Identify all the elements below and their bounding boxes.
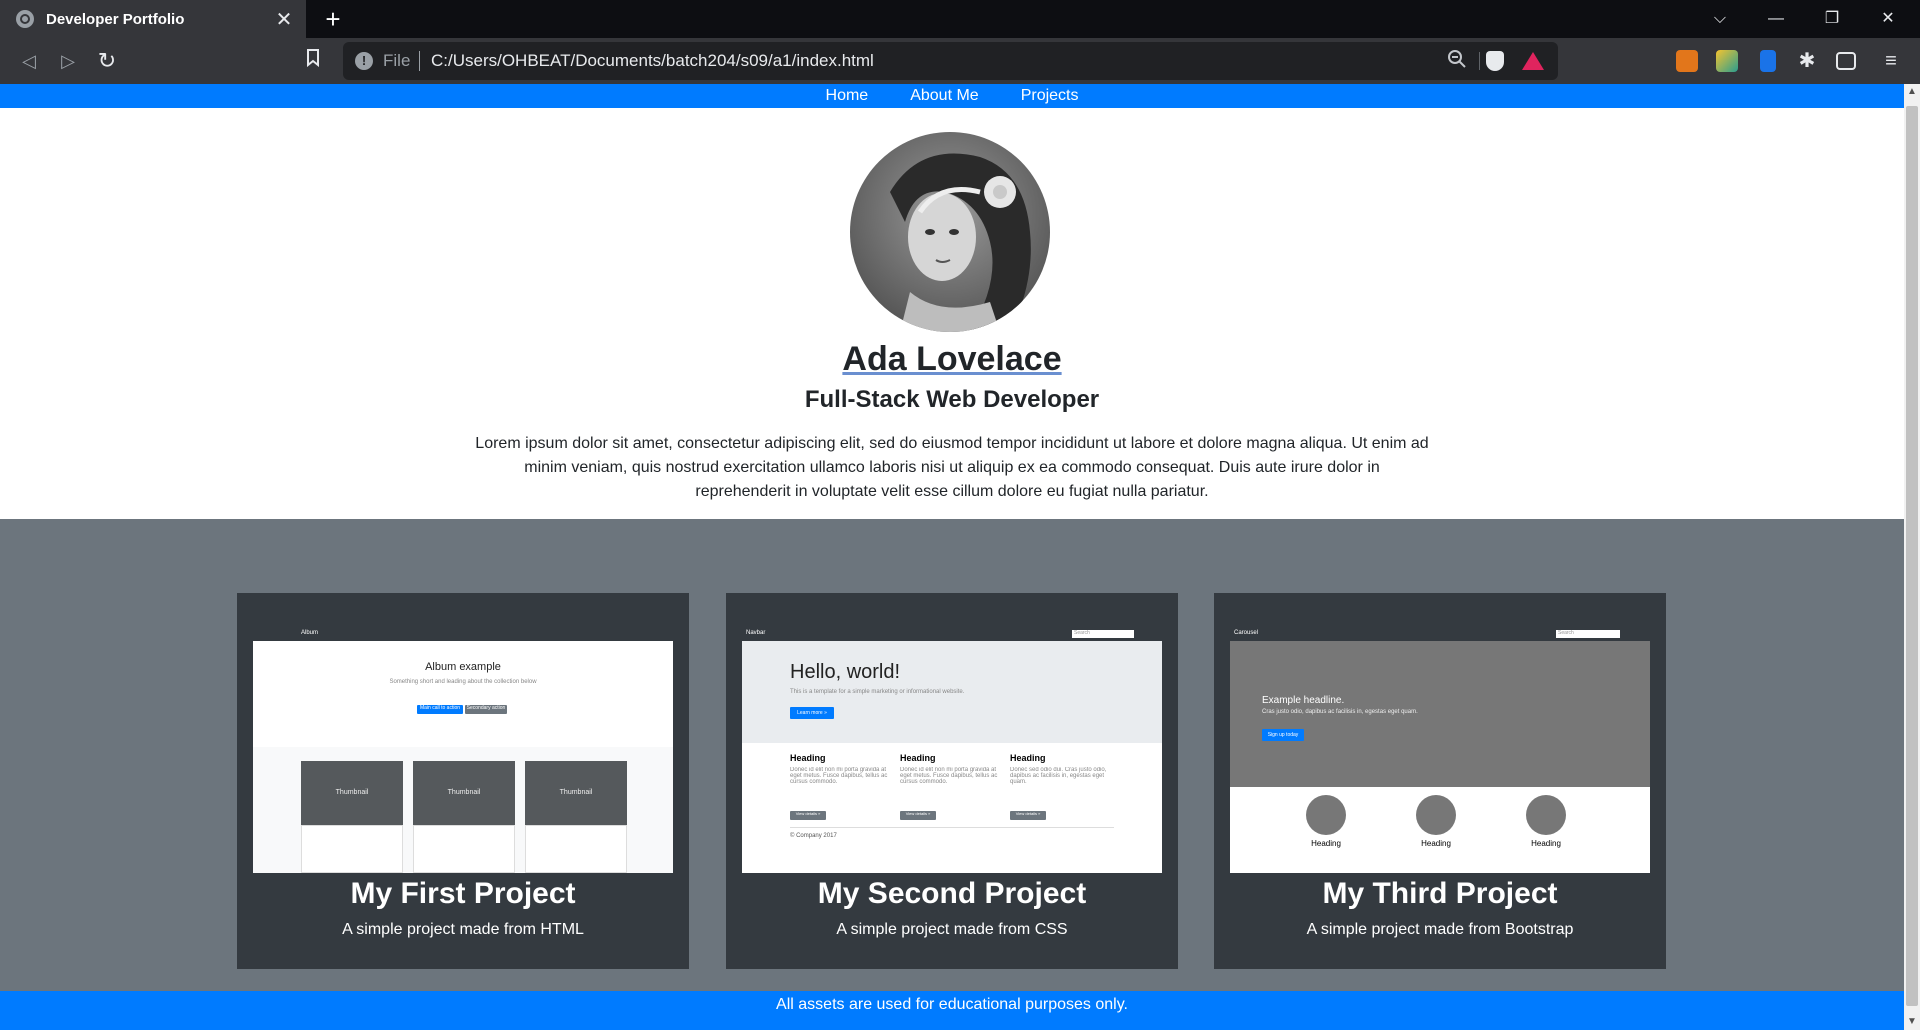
preview-thumbnail: Thumbnail: [525, 761, 627, 825]
info-icon[interactable]: !: [355, 52, 373, 70]
metamask-icon[interactable]: [1676, 50, 1698, 72]
preview-column-heading: Heading: [900, 753, 936, 763]
name-text: Ada Lovelace: [842, 340, 1062, 378]
preview-brand: Album: [301, 630, 319, 636]
project-title: My Second Project: [817, 877, 1087, 910]
brave-shield-icon[interactable]: [1486, 51, 1504, 71]
preview-column-heading: Heading: [790, 753, 826, 763]
preview-details-button: View details »: [790, 811, 826, 820]
project-3-preview[interactable]: Carousel Search Example headline. Cras j…: [1230, 627, 1650, 873]
back-icon[interactable]: ◁: [14, 46, 44, 76]
nav-home-link[interactable]: Home: [826, 84, 869, 108]
project-card-3: Carousel Search Example headline. Cras j…: [1214, 593, 1666, 969]
bio-text: Lorem ipsum dolor sit amet, consectetur …: [475, 435, 1429, 500]
preview-search: Search: [1072, 630, 1134, 638]
minimize-button[interactable]: —: [1748, 0, 1804, 38]
preview-signup-button: Sign up today: [1262, 729, 1304, 741]
preview-secondary-button: Secondary action: [465, 705, 507, 714]
tab-strip: Developer Portfolio ✕ + ⌵ — ❐ ✕: [0, 0, 1920, 38]
zoom-icon[interactable]: [1448, 50, 1466, 73]
preview-circle-heading: Heading: [1531, 839, 1561, 848]
preview-circle-heading: Heading: [1421, 839, 1451, 848]
extension-icon[interactable]: [1716, 50, 1738, 72]
bookmark-icon[interactable]: [298, 46, 328, 76]
preview-brand: Navbar: [746, 630, 766, 636]
page-title: Ada Lovelace: [0, 340, 1904, 379]
nav-projects-link[interactable]: Projects: [1021, 84, 1079, 108]
preview-heading: Hello, world!: [790, 661, 901, 683]
project-1-preview[interactable]: Album Album example Something short and …: [253, 627, 673, 873]
nav-about-link[interactable]: About Me: [910, 84, 978, 108]
scroll-down-icon[interactable]: ▼: [1904, 1014, 1920, 1030]
window-close-button[interactable]: ✕: [1860, 0, 1916, 38]
project-title: My First Project: [350, 877, 576, 910]
tab-title: Developer Portfolio: [46, 10, 185, 28]
preview-heading: Album example: [425, 661, 501, 673]
preview-brand: Carousel: [1234, 630, 1259, 636]
preview-learn-button: Learn more »: [790, 707, 834, 719]
tab-developer-portfolio[interactable]: Developer Portfolio ✕: [0, 0, 306, 38]
menu-icon[interactable]: ≡: [1880, 50, 1902, 72]
preview-search: Search: [1556, 630, 1620, 638]
project-description: A simple project made from CSS: [836, 921, 1068, 938]
project-description: A simple project made from Bootstrap: [1306, 921, 1574, 938]
page-scrollbar[interactable]: ▲ ▼: [1904, 84, 1920, 1030]
wallet-icon[interactable]: [1836, 52, 1856, 70]
job-title: Full-Stack Web Developer: [804, 386, 1100, 413]
address-bar[interactable]: ! File C:/Users/OHBEAT/Documents/batch20…: [343, 42, 1558, 80]
project-card-1: Album Album example Something short and …: [237, 593, 689, 969]
chevron-down-icon[interactable]: ⌵: [1692, 0, 1748, 38]
browser-toolbar: ◁ ▷ ↻ ! File C:/Users/OHBEAT/Documents/b…: [0, 38, 1920, 84]
project-description: A simple project made from HTML: [342, 921, 584, 938]
preview-primary-button: Main call to action: [417, 705, 463, 714]
brave-rewards-icon[interactable]: [1522, 52, 1544, 70]
preview-details-button: View details »: [900, 811, 936, 820]
projects-section: Album Album example Something short and …: [0, 519, 1904, 991]
about-section: Ada Lovelace Full-Stack Web Developer Lo…: [0, 108, 1904, 519]
preview-column-heading: Heading: [1010, 753, 1046, 763]
url-text[interactable]: C:/Users/OHBEAT/Documents/batch204/s09/a…: [431, 51, 874, 71]
puzzle-icon[interactable]: ✱: [1796, 50, 1818, 72]
preview-thumbnail: Thumbnail: [413, 761, 515, 825]
avatar: [850, 132, 1050, 332]
site-navbar: Home About Me Projects: [0, 84, 1904, 108]
extension-icon[interactable]: [1760, 50, 1776, 72]
preview-thumbnail: Thumbnail: [301, 761, 403, 825]
project-card-2: Navbar Search Hello, world! This is a te…: [726, 593, 1178, 969]
divider: [419, 51, 420, 71]
forward-icon[interactable]: ▷: [53, 46, 83, 76]
scroll-up-icon[interactable]: ▲: [1904, 84, 1920, 100]
project-2-preview[interactable]: Navbar Search Hello, world! This is a te…: [742, 627, 1162, 873]
page-viewport: Home About Me Projects Ada Lovelace Full…: [0, 84, 1904, 1030]
restore-button[interactable]: ❐: [1804, 0, 1860, 38]
plus-icon[interactable]: +: [318, 4, 348, 34]
reload-icon[interactable]: ↻: [92, 46, 122, 76]
scrollbar-thumb[interactable]: [1906, 106, 1918, 1006]
preview-footer: © Company 2017: [790, 833, 837, 839]
divider: [1479, 52, 1480, 70]
url-scheme: File: [383, 51, 411, 70]
preview-circle-heading: Heading: [1311, 839, 1341, 848]
globe-icon: [16, 10, 34, 28]
close-icon[interactable]: ✕: [270, 7, 298, 32]
preview-headline: Example headline.: [1262, 695, 1345, 706]
project-title: My Third Project: [1322, 877, 1558, 910]
preview-details-button: View details »: [1010, 811, 1046, 820]
site-footer: All assets are used for educational purp…: [0, 991, 1904, 1030]
